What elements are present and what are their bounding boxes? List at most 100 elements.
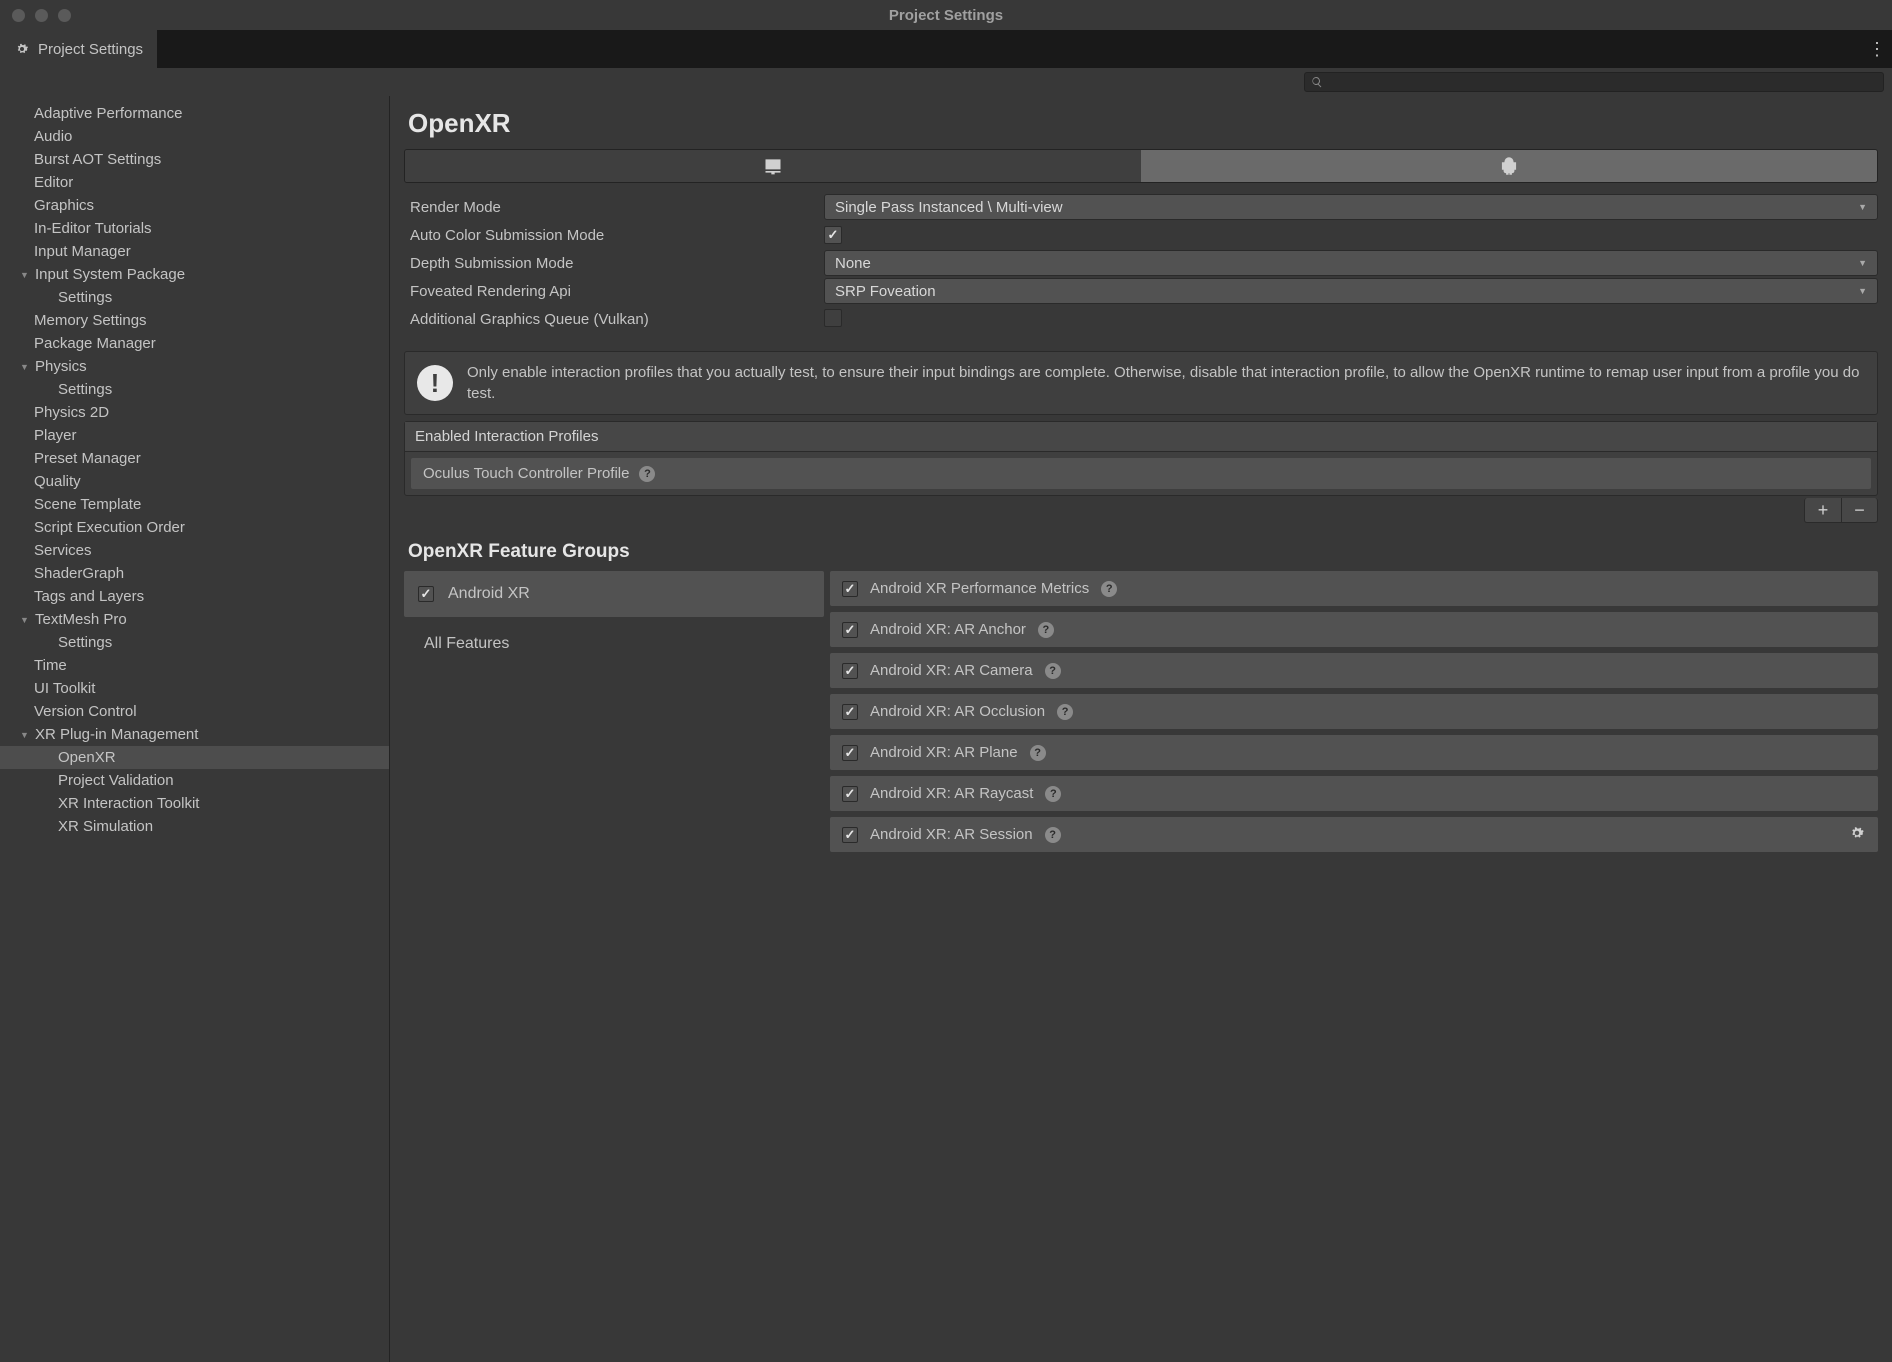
label-render-mode: Render Mode	[404, 199, 824, 216]
sidebar-item-audio[interactable]: Audio	[0, 125, 389, 148]
page-title: OpenXR	[408, 108, 1878, 139]
sidebar-item-scene-template[interactable]: Scene Template	[0, 493, 389, 516]
info-text: Only enable interaction profiles that yo…	[467, 362, 1865, 404]
sidebar-item-services[interactable]: Services	[0, 539, 389, 562]
feature-row[interactable]: Android XR: AR Camera?	[830, 653, 1878, 688]
remove-profile-button[interactable]: −	[1841, 498, 1877, 522]
help-icon[interactable]: ?	[1030, 745, 1046, 761]
sidebar-item-preset-manager[interactable]: Preset Manager	[0, 447, 389, 470]
sidebar-item-settings[interactable]: Settings	[0, 378, 389, 401]
checkbox-additional-queue[interactable]	[824, 309, 842, 327]
help-icon[interactable]: ?	[1101, 581, 1117, 597]
search-row	[0, 68, 1892, 96]
dropdown-foveated[interactable]: SRP Foveation	[824, 278, 1878, 304]
maximize-window-icon[interactable]	[58, 9, 71, 22]
feature-checkbox[interactable]	[842, 581, 858, 597]
sidebar-item-xr-interaction-toolkit[interactable]: XR Interaction Toolkit	[0, 792, 389, 815]
info-box: ! Only enable interaction profiles that …	[404, 351, 1878, 415]
add-remove-bar: + −	[404, 498, 1878, 523]
more-menu-icon[interactable]: ⋮	[1862, 30, 1892, 68]
feature-checkbox[interactable]	[842, 786, 858, 802]
feature-checkbox[interactable]	[842, 704, 858, 720]
sidebar-item-script-execution-order[interactable]: Script Execution Order	[0, 516, 389, 539]
sidebar-item-settings[interactable]: Settings	[0, 631, 389, 654]
row-auto-color: Auto Color Submission Mode	[404, 221, 1878, 249]
help-icon[interactable]: ?	[1057, 704, 1073, 720]
row-depth-submission: Depth Submission Mode None	[404, 249, 1878, 277]
feature-checkbox[interactable]	[842, 827, 858, 843]
gear-icon	[14, 41, 30, 57]
dropdown-render-mode[interactable]: Single Pass Instanced \ Multi-view	[824, 194, 1878, 220]
monitor-icon	[763, 156, 783, 176]
sidebar-item-time[interactable]: Time	[0, 654, 389, 677]
profile-label: Oculus Touch Controller Profile	[423, 465, 629, 482]
sidebar-item-shadergraph[interactable]: ShaderGraph	[0, 562, 389, 585]
gear-icon[interactable]	[1848, 824, 1866, 846]
feature-label: Android XR: AR Plane	[870, 744, 1018, 761]
feature-row[interactable]: Android XR: AR Session?	[830, 817, 1878, 852]
feature-label: Android XR: AR Camera	[870, 662, 1033, 679]
feature-checkbox[interactable]	[842, 745, 858, 761]
help-icon[interactable]: ?	[1038, 622, 1054, 638]
interaction-profiles-header: Enabled Interaction Profiles	[405, 422, 1877, 452]
sidebar-item-quality[interactable]: Quality	[0, 470, 389, 493]
help-icon[interactable]: ?	[639, 466, 655, 482]
row-foveated: Foveated Rendering Api SRP Foveation	[404, 277, 1878, 305]
warning-icon: !	[417, 365, 453, 401]
interaction-profile-row[interactable]: Oculus Touch Controller Profile?	[411, 458, 1871, 489]
platform-tab-android[interactable]	[1141, 150, 1877, 182]
feature-label: Android XR: AR Anchor	[870, 621, 1026, 638]
search-input[interactable]	[1304, 72, 1884, 92]
sidebar-item-xr-simulation[interactable]: XR Simulation	[0, 815, 389, 838]
sidebar-item-in-editor-tutorials[interactable]: In-Editor Tutorials	[0, 217, 389, 240]
titlebar: Project Settings	[0, 0, 1892, 30]
sidebar-item-physics-2d[interactable]: Physics 2D	[0, 401, 389, 424]
sidebar-item-editor[interactable]: Editor	[0, 171, 389, 194]
sidebar-item-xr-plug-in-management[interactable]: XR Plug-in Management	[0, 723, 389, 746]
window-controls	[0, 9, 71, 22]
help-icon[interactable]: ?	[1045, 827, 1061, 843]
feature-checkbox[interactable]	[842, 622, 858, 638]
sidebar-item-input-manager[interactable]: Input Manager	[0, 240, 389, 263]
feature-row[interactable]: Android XR: AR Occlusion?	[830, 694, 1878, 729]
feature-row[interactable]: Android XR: AR Anchor?	[830, 612, 1878, 647]
help-icon[interactable]: ?	[1045, 663, 1061, 679]
feature-row[interactable]: Android XR: AR Plane?	[830, 735, 1878, 770]
feature-group-checkbox[interactable]	[418, 586, 434, 602]
content-panel: OpenXR Render Mode Single Pass Instanced…	[390, 96, 1892, 1362]
sidebar-item-physics[interactable]: Physics	[0, 355, 389, 378]
tab-label: Project Settings	[38, 41, 143, 58]
sidebar-item-package-manager[interactable]: Package Manager	[0, 332, 389, 355]
help-icon[interactable]: ?	[1045, 786, 1061, 802]
sidebar-item-tags-and-layers[interactable]: Tags and Layers	[0, 585, 389, 608]
platform-tab-standalone[interactable]	[405, 150, 1141, 182]
sidebar-item-input-system-package[interactable]: Input System Package	[0, 263, 389, 286]
feature-checkbox[interactable]	[842, 663, 858, 679]
add-profile-button[interactable]: +	[1805, 498, 1841, 522]
feature-group-all-features[interactable]: All Features	[404, 621, 824, 667]
tab-project-settings[interactable]: Project Settings	[0, 30, 157, 68]
row-additional-queue: Additional Graphics Queue (Vulkan)	[404, 305, 1878, 333]
label-auto-color: Auto Color Submission Mode	[404, 227, 824, 244]
feature-label: Android XR: AR Session	[870, 826, 1033, 843]
sidebar-item-textmesh-pro[interactable]: TextMesh Pro	[0, 608, 389, 631]
sidebar-item-settings[interactable]: Settings	[0, 286, 389, 309]
feature-groups-title: OpenXR Feature Groups	[408, 541, 1878, 563]
checkbox-auto-color[interactable]	[824, 226, 842, 244]
sidebar-item-openxr[interactable]: OpenXR	[0, 746, 389, 769]
sidebar-item-memory-settings[interactable]: Memory Settings	[0, 309, 389, 332]
platform-tabs	[404, 149, 1878, 183]
feature-row[interactable]: Android XR Performance Metrics?	[830, 571, 1878, 606]
sidebar-item-ui-toolkit[interactable]: UI Toolkit	[0, 677, 389, 700]
sidebar-item-project-validation[interactable]: Project Validation	[0, 769, 389, 792]
dropdown-depth-submission[interactable]: None	[824, 250, 1878, 276]
sidebar-item-adaptive-performance[interactable]: Adaptive Performance	[0, 102, 389, 125]
close-window-icon[interactable]	[12, 9, 25, 22]
sidebar-item-graphics[interactable]: Graphics	[0, 194, 389, 217]
sidebar-item-player[interactable]: Player	[0, 424, 389, 447]
sidebar-item-burst-aot-settings[interactable]: Burst AOT Settings	[0, 148, 389, 171]
feature-group-android-xr[interactable]: Android XR	[404, 571, 824, 617]
sidebar-item-version-control[interactable]: Version Control	[0, 700, 389, 723]
feature-row[interactable]: Android XR: AR Raycast?	[830, 776, 1878, 811]
minimize-window-icon[interactable]	[35, 9, 48, 22]
